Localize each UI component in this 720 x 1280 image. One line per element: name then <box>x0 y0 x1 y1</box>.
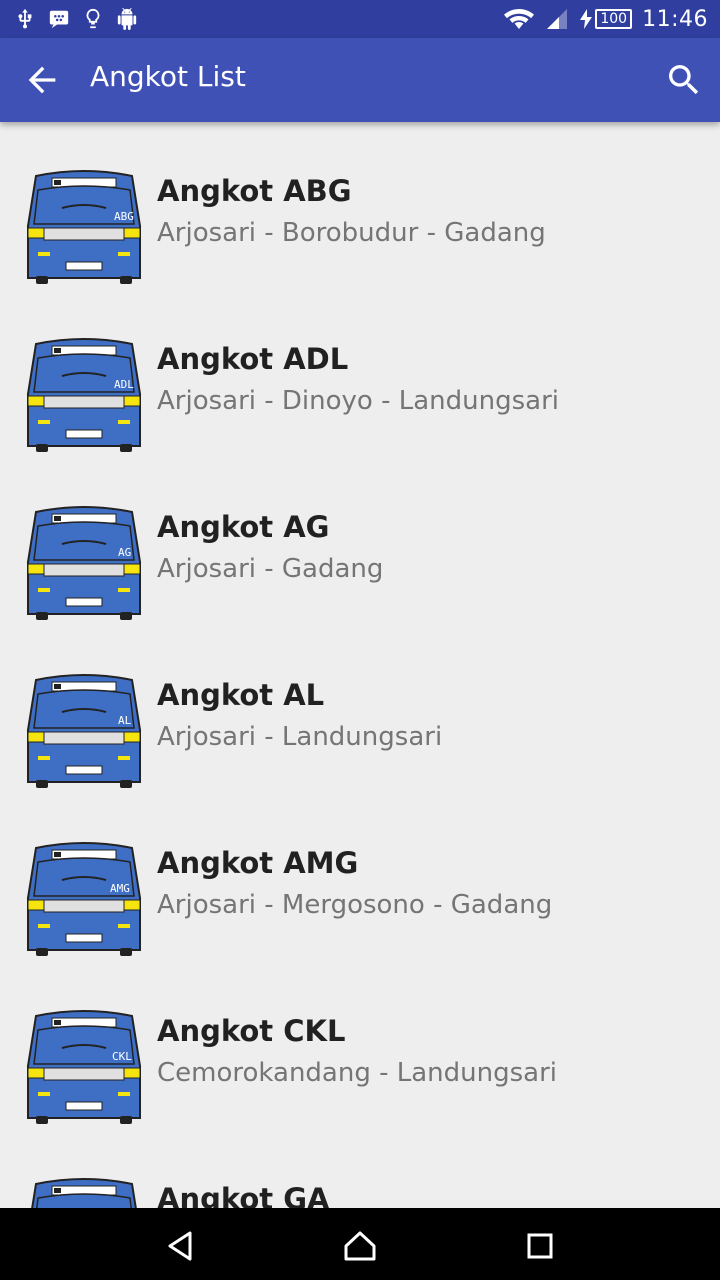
battery-level: 100 <box>595 9 633 29</box>
svg-text:AG: AG <box>118 546 131 559</box>
wifi-icon <box>504 9 535 29</box>
charging-icon <box>580 9 593 29</box>
angkot-bus-icon: ABG <box>27 170 141 284</box>
list-item[interactable]: AG Angkot AG Arjosari - Gadang <box>0 458 720 626</box>
angkot-route: Arjosari - Mergosono - Gadang <box>157 890 553 920</box>
app-bar: Angkot List <box>0 38 720 122</box>
battery-indicator: 100 <box>580 9 633 29</box>
usb-icon <box>18 8 32 29</box>
angkot-name: Angkot GA <box>157 1182 330 1208</box>
angkot-route: Arjosari - Borobudur - Gadang <box>157 218 546 248</box>
notification-icons <box>14 6 138 32</box>
angkot-route: Arjosari - Gadang <box>157 554 384 584</box>
svg-text:CKL: CKL <box>112 1050 132 1063</box>
svg-text:AL: AL <box>118 714 132 727</box>
angkot-name: Angkot ABG <box>157 174 352 208</box>
angkot-list: ABG Angkot ABG Arjosari - Borobudur - Ga… <box>0 122 720 1208</box>
angkot-name: Angkot AG <box>157 510 330 544</box>
list-item[interactable]: ADL Angkot ADL Arjosari - Dinoyo - Landu… <box>0 290 720 458</box>
back-nav-icon[interactable] <box>162 1228 198 1264</box>
angkot-name: Angkot CKL <box>157 1014 346 1048</box>
list-item[interactable]: ABG Angkot ABG Arjosari - Borobudur - Ga… <box>0 122 720 290</box>
list-item[interactable]: AMG Angkot AMG Arjosari - Mergosono - Ga… <box>0 794 720 962</box>
angkot-bus-icon: ADL <box>27 338 141 452</box>
angkot-name: Angkot AL <box>157 678 325 712</box>
angkot-route: Cemorokandang - Landungsari <box>157 1058 558 1088</box>
status-bar: 100 11:46 <box>0 0 720 38</box>
angkot-bus-icon <box>31 1178 137 1208</box>
list-item[interactable]: CKL Angkot CKL Cemorokandang - Landungsa… <box>0 962 720 1130</box>
list-item[interactable]: AL Angkot AL Arjosari - Landungsari <box>0 626 720 794</box>
clock: 11:46 <box>642 6 708 32</box>
system-icons: 100 11:46 <box>504 4 708 34</box>
angkot-name: Angkot ADL <box>157 342 349 376</box>
list-item[interactable]: Angkot GA <box>0 1130 720 1208</box>
home-nav-icon[interactable] <box>342 1228 378 1264</box>
page-title: Angkot List <box>90 60 246 93</box>
signal-icon <box>547 9 568 29</box>
angkot-route: Arjosari - Dinoyo - Landungsari <box>157 386 559 416</box>
angkot-route: Arjosari - Landungsari <box>157 722 443 752</box>
back-arrow-icon[interactable] <box>22 60 62 100</box>
angkot-bus-icon: AL <box>27 674 141 788</box>
angkot-name: Angkot AMG <box>157 846 359 880</box>
recents-nav-icon[interactable] <box>522 1228 558 1264</box>
android-icon <box>117 8 137 30</box>
navigation-bar <box>0 1208 720 1280</box>
svg-text:AMG: AMG <box>110 882 130 895</box>
svg-text:ADL: ADL <box>114 378 134 391</box>
angkot-bus-icon: CKL <box>27 1010 141 1124</box>
angkot-bus-icon: AG <box>27 506 141 620</box>
bbm-icon <box>49 10 69 29</box>
svg-text:ABG: ABG <box>114 210 134 223</box>
bulb-icon <box>86 8 100 29</box>
angkot-bus-icon: AMG <box>27 842 141 956</box>
search-icon[interactable] <box>664 60 704 100</box>
